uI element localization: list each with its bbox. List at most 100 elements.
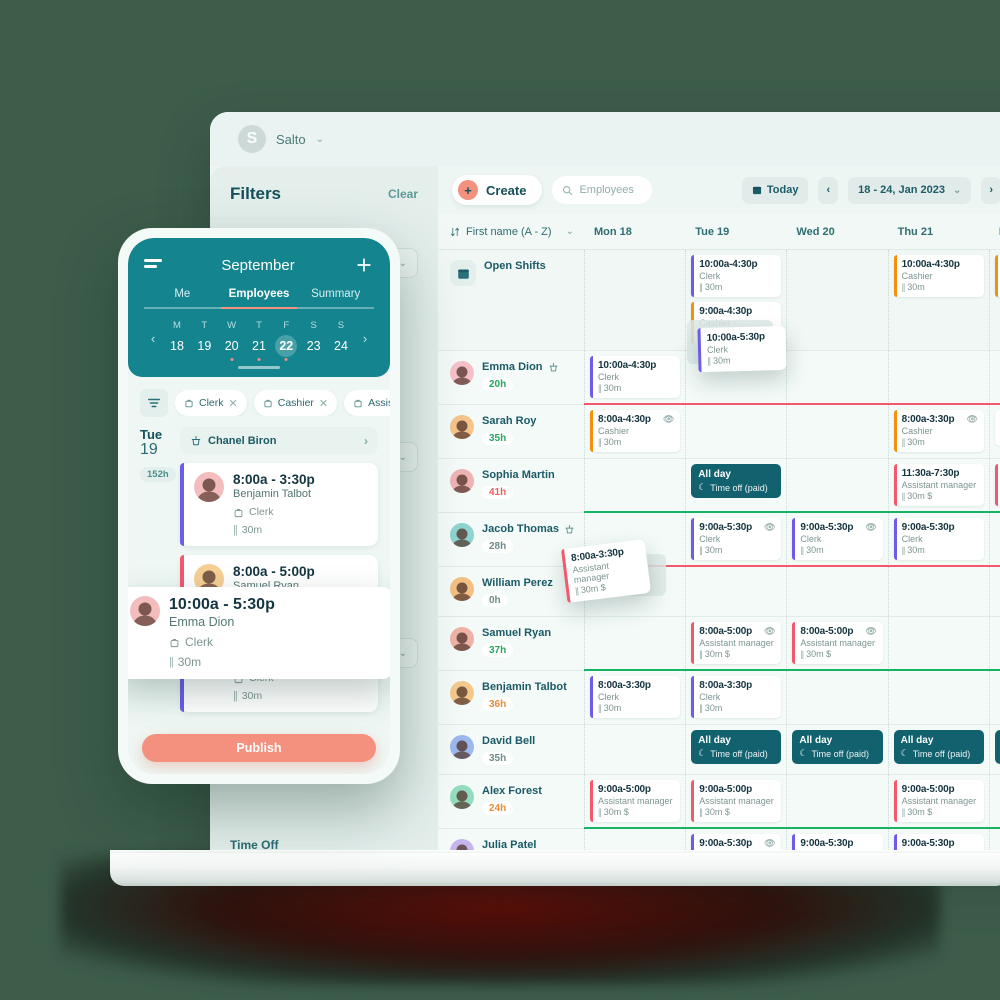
day-cell[interactable]: 9:00a-5:30p👁Clerk||30m xyxy=(685,513,786,566)
day-cell[interactable]: 👁 xyxy=(988,405,1000,458)
shift-card[interactable]: 10:00a-4:30p Clerk || 30m xyxy=(691,255,782,297)
day-cell[interactable] xyxy=(685,405,786,458)
week-day-21[interactable]: T 21 xyxy=(246,320,272,361)
shift-card[interactable]: 9:00a-5:30p👁Clerk||30m xyxy=(691,518,782,560)
day-cell[interactable]: 8:00a-5:00p 👁 Assistant manager || 30m $ xyxy=(685,617,786,670)
shift-card[interactable]: 8:00a-3:30p Clerk || 30m xyxy=(590,676,681,718)
eye-icon[interactable]: 👁 xyxy=(764,838,775,849)
table-row[interactable]: David Bell 35h All day ☾ Time off (paid) All … xyxy=(438,725,1000,775)
day-cell[interactable] xyxy=(584,459,685,512)
table-row[interactable]: Sophia Martin 41h All day ☾ Time off (paid) 1… xyxy=(438,459,1000,513)
create-button[interactable]: + Create xyxy=(452,175,543,205)
week-day-19[interactable]: T 19 xyxy=(191,320,217,357)
time-off-card[interactable]: All day☾Time off (paid) xyxy=(792,730,883,764)
shift-card[interactable]: 9:00a-5:00p Assistant manager || 30m $ xyxy=(590,780,681,822)
tab-employees[interactable]: Employees xyxy=(221,288,298,307)
next-week-button[interactable]: › xyxy=(981,176,1000,204)
day-cell[interactable] xyxy=(786,567,887,616)
mobile-floating-shift-card[interactable]: 10:00a - 5:30p Emma Dion Clerk || 30m xyxy=(128,587,390,679)
day-cell[interactable] xyxy=(786,671,887,724)
day-cell[interactable] xyxy=(988,775,1000,828)
filter-chip[interactable]: Clerk ✕ xyxy=(175,390,247,416)
shift-card[interactable]: 8:00a-5:00p 👁 Assistant manager || 30m $ xyxy=(691,622,782,664)
dragged-shift-card-samuel[interactable]: 8:00a-3:30p Assistant manager || 30m $ xyxy=(561,539,651,603)
day-cell[interactable]: 9:00a-5:00p Assistant manager || 30m $ xyxy=(685,775,786,828)
day-cell[interactable] xyxy=(786,775,887,828)
day-cell[interactable] xyxy=(988,617,1000,670)
day-cell[interactable]: 10:00a-4:30p Clerk || 30m xyxy=(584,351,685,404)
clear-filters-button[interactable]: Clear xyxy=(388,187,418,201)
filter-icon[interactable] xyxy=(140,389,168,417)
filter-chip[interactable]: Cashier ✕ xyxy=(253,390,338,416)
table-row[interactable]: Jacob Thomas 28h 9:00a-5:30p 👁 Clerk || 30m 9:0… xyxy=(438,513,1000,567)
date-range-selector[interactable]: 18 - 24, Jan 2023 ⌄ xyxy=(848,176,972,204)
day-cell[interactable]: 9:00a-5:30p👁Clerk||30m xyxy=(786,513,887,566)
table-row[interactable]: Benjamin Talbot 36h 8:00a-3:30p Clerk || 30m 8… xyxy=(438,671,1000,725)
day-cell[interactable]: All day☾Time off (paid) xyxy=(786,725,887,774)
day-cell[interactable] xyxy=(887,671,989,724)
day-cell[interactable] xyxy=(988,671,1000,724)
week-day-24[interactable]: S 24 xyxy=(328,320,354,357)
time-off-card[interactable]: All day☾Time off (paid) xyxy=(691,730,782,764)
day-cell[interactable]: All day☾Time off (paid) xyxy=(685,725,786,774)
day-cell[interactable]: All day☾Time off (paid) xyxy=(887,725,989,774)
day-cell[interactable] xyxy=(685,567,786,616)
chevron-left-icon[interactable]: ‹ xyxy=(144,331,162,346)
shift-card[interactable]: 10:00a-4:30pCashier||30m xyxy=(893,255,984,297)
tab-me[interactable]: Me xyxy=(144,288,221,307)
day-cell[interactable]: 10:00a-4:30pCashier||30m xyxy=(887,250,989,350)
shift-card[interactable]: 8:00a-5:00p 👁 Assistant manager || 30m $ xyxy=(792,622,883,664)
week-day-18[interactable]: M 18 xyxy=(164,320,190,357)
day-cell[interactable] xyxy=(584,725,685,774)
shift-card[interactable]: 10:00a-4:30pCashier||30m xyxy=(994,255,1000,297)
plus-icon[interactable] xyxy=(354,255,374,275)
day-cell[interactable]: All day☾Time off (paid) xyxy=(685,459,786,512)
week-day-22[interactable]: F 22 xyxy=(273,320,299,361)
day-cell[interactable] xyxy=(786,459,887,512)
day-cell[interactable]: 8:00a-5:00p 👁 Assistant manager || 30m $ xyxy=(786,617,887,670)
day-cell[interactable]: 10:00a-4:30pCashier||30m xyxy=(988,250,1000,350)
time-off-card[interactable]: All day☾Time off (paid) xyxy=(691,464,782,498)
week-day-23[interactable]: S 23 xyxy=(301,320,327,357)
brand-name[interactable]: Salto xyxy=(276,132,306,147)
day-cell[interactable]: 8:00a-3:30p Clerk || 30m xyxy=(584,671,685,724)
day-cell[interactable] xyxy=(786,405,887,458)
day-cell[interactable]: 9:00a-5:00p Assistant manager || 30m $ xyxy=(584,775,685,828)
chevron-down-icon[interactable]: ⌄ xyxy=(316,134,324,145)
shift-card[interactable]: 11:30a-7:30pAssistant manager||30m $ xyxy=(893,464,984,506)
day-cell[interactable]: 8:00a-4:30p 👁 Cashier || 30m xyxy=(584,405,685,458)
day-cell[interactable]: 11:30a-7:30pAssistant manager||30m $ xyxy=(887,459,989,512)
hamburger-icon[interactable] xyxy=(144,259,162,271)
week-day-20[interactable]: W 20 xyxy=(219,320,245,361)
day-cell[interactable]: 11:30a-7:30pAssistant manager||30m $ xyxy=(988,459,1000,512)
tab-summary[interactable]: Summary xyxy=(297,288,374,307)
table-row[interactable]: Samuel Ryan 37h 8:00a-5:00p 👁 Assistant mana… xyxy=(438,617,1000,671)
table-row[interactable]: William Perez 0h xyxy=(438,567,1000,617)
shift-card[interactable]: 9:00a-5:30pClerk||30m xyxy=(893,518,984,560)
shift-card[interactable]: 8:00a-4:30p 👁 Cashier || 30m xyxy=(590,410,681,452)
day-cell[interactable] xyxy=(988,351,1000,404)
mobile-shift-card[interactable]: 8:00a - 3:30p Benjamin Talbot Clerk || 30m xyxy=(180,463,378,546)
table-row[interactable]: Alex Forest 24h 9:00a-5:00p Assistant manag… xyxy=(438,775,1000,829)
week-days[interactable]: M 18 T 19 W 20 T 21 F 22 S 23 S 24 xyxy=(162,320,356,361)
shift-card[interactable]: 10:00a-4:30p Clerk || 30m xyxy=(590,356,681,398)
eye-icon[interactable]: 👁 xyxy=(764,626,775,637)
shift-card[interactable]: 9:00a-5:00p Assistant manager || 30m $ xyxy=(893,780,984,822)
dragged-shift-card-emma[interactable]: 10:00a-5:30p Clerk || 30m xyxy=(697,325,787,373)
day-cell[interactable] xyxy=(887,351,989,404)
eye-icon[interactable]: 👁 xyxy=(865,626,876,637)
shift-card[interactable]: 8:00a-3:30p Clerk || 30m xyxy=(691,676,782,718)
eye-icon[interactable]: 👁 xyxy=(764,522,775,533)
shift-card[interactable]: 11:30a-7:30pAssistant manager||30m $ xyxy=(994,464,1000,506)
day-cell[interactable]: All day☾Time off (paid) xyxy=(988,725,1000,774)
mobile-tabs[interactable]: Me Employees Summary xyxy=(144,288,374,307)
location-row[interactable]: Chanel Biron › xyxy=(180,427,378,454)
time-off-card[interactable]: All day☾Time off (paid) xyxy=(994,730,1000,764)
shift-card[interactable]: 8:00a-3:30p 👁 Cashier || 30m xyxy=(893,410,984,452)
shift-card[interactable]: 9:00a-5:30p👁Clerk||30m xyxy=(792,518,883,560)
day-cell[interactable] xyxy=(786,351,887,404)
today-button[interactable]: Today xyxy=(741,176,809,204)
eye-icon[interactable]: 👁 xyxy=(967,414,978,425)
day-cell[interactable] xyxy=(887,617,989,670)
day-cell[interactable] xyxy=(786,250,887,350)
